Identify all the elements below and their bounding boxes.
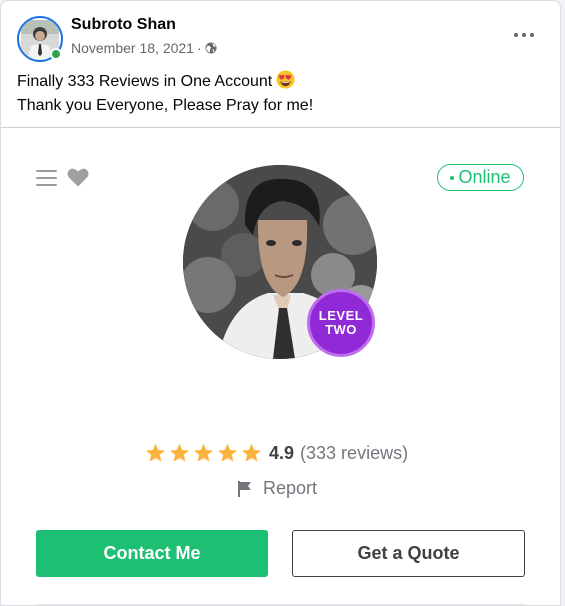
post-caption: Finally 333 Reviews in One Account Thank… bbox=[17, 70, 537, 118]
review-count: (333 reviews) bbox=[300, 442, 409, 463]
more-dot bbox=[530, 33, 534, 37]
menu-bar bbox=[36, 184, 57, 186]
author-name[interactable]: Subroto Shan bbox=[71, 16, 176, 34]
menu-bar bbox=[36, 170, 57, 172]
caption-text-1: Finally 333 Reviews in One Account bbox=[17, 73, 273, 90]
report-label: Report bbox=[263, 478, 318, 498]
star-rating bbox=[145, 443, 262, 463]
more-options-icon[interactable] bbox=[512, 25, 536, 45]
author-avatar[interactable] bbox=[17, 16, 63, 62]
post-header: Subroto Shan November 18, 2021 · bbox=[1, 1, 560, 67]
heart-eyes-emoji-icon bbox=[276, 70, 295, 89]
status-label: Online bbox=[458, 167, 511, 187]
status-dot bbox=[450, 175, 455, 180]
online-status-badge: Online bbox=[437, 164, 524, 191]
rating-value: 4.9 bbox=[269, 442, 295, 463]
star-icon bbox=[194, 443, 213, 462]
more-dot bbox=[514, 33, 518, 37]
star-icon bbox=[146, 443, 165, 462]
star-icon bbox=[170, 443, 189, 462]
card-bottom-divider bbox=[36, 604, 525, 605]
globe-icon[interactable] bbox=[205, 42, 217, 54]
heart-icon bbox=[67, 168, 89, 187]
caption-line-1: Finally 333 Reviews in One Account bbox=[17, 70, 537, 94]
facebook-post: Subroto Shan November 18, 2021 · Finally… bbox=[0, 0, 561, 606]
rating-row: 4.9 (333 reviews) bbox=[145, 442, 408, 464]
contact-me-button: Contact Me bbox=[36, 530, 268, 577]
level-line-2: TWO bbox=[325, 322, 357, 337]
report-link: Report bbox=[236, 478, 317, 499]
level-line-1: LEVEL bbox=[318, 308, 364, 323]
star-icon bbox=[218, 443, 237, 462]
post-date[interactable]: November 18, 2021 bbox=[71, 40, 194, 56]
flag-icon bbox=[238, 480, 251, 497]
shared-screenshot[interactable]: Online LEVEL TWO 4.9 (333 reviews) Repor… bbox=[1, 128, 560, 605]
hamburger-menu-icon bbox=[36, 170, 57, 186]
more-dot bbox=[522, 33, 526, 37]
post-meta: November 18, 2021 · bbox=[71, 40, 217, 56]
star-icon bbox=[242, 443, 261, 462]
get-a-quote-button: Get a Quote bbox=[292, 530, 525, 577]
menu-bar bbox=[36, 177, 57, 179]
online-indicator bbox=[50, 48, 62, 60]
caption-line-2: Thank you Everyone, Please Pray for me! bbox=[17, 97, 314, 114]
meta-separator: · bbox=[196, 40, 202, 56]
level-two-badge: LEVEL TWO bbox=[307, 289, 375, 357]
